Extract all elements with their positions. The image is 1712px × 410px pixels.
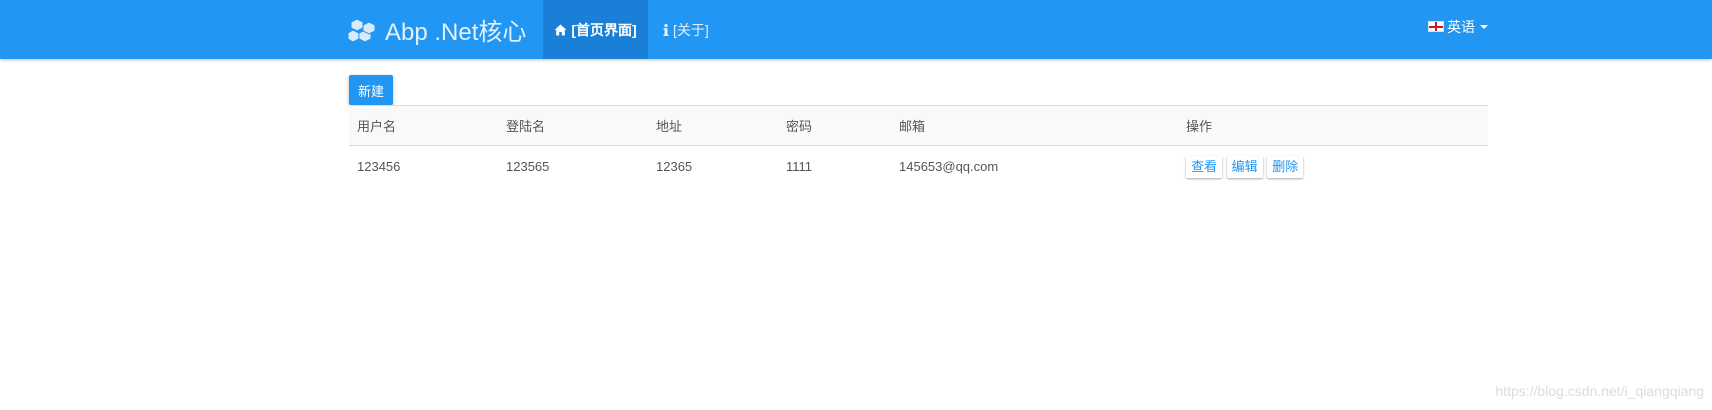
delete-button[interactable]: 删除 <box>1267 155 1304 178</box>
cell-address: 12365 <box>656 159 693 175</box>
watermark-text: https://blog.csdn.net/i_qiangqiang <box>1495 383 1704 399</box>
language-dropdown[interactable]: 英语 <box>1428 0 1488 53</box>
cell-login-name: 123565 <box>506 159 550 175</box>
edit-button[interactable]: 编辑 <box>1226 155 1263 178</box>
nav-item-home[interactable]: [首页界面] <box>543 0 648 59</box>
cell-actions: 查看 编辑 删除 <box>1178 146 1488 188</box>
info-icon <box>663 23 669 36</box>
users-table: 用户名 登陆名 地址 密码 邮箱 操作 123456 123565 12365 … <box>349 105 1488 188</box>
view-button[interactable]: 查看 <box>1186 155 1223 178</box>
language-label: 英语 <box>1447 18 1475 35</box>
nav-item-home-label: [首页界面] <box>571 21 637 38</box>
nav-item-about-label: [关于] <box>673 21 709 38</box>
column-header-actions: 操作 <box>1178 105 1488 146</box>
table-header-row: 用户名 登陆名 地址 密码 邮箱 操作 <box>349 105 1488 146</box>
column-header-address: 地址 <box>648 105 778 146</box>
cell-username: 123456 <box>357 159 401 175</box>
brand-link[interactable]: Abp .Net核心 <box>348 0 526 59</box>
brand-title: Abp .Net核心 <box>385 19 527 46</box>
england-flag-icon <box>1428 21 1444 32</box>
column-header-email: 邮箱 <box>891 105 1178 146</box>
cubes-icon <box>348 17 378 43</box>
cell-password: 1111 <box>786 159 813 175</box>
new-button[interactable]: 新建 <box>349 75 393 105</box>
column-header-username: 用户名 <box>349 105 498 146</box>
home-icon <box>554 24 567 36</box>
top-navbar: Abp .Net核心 [首页界面] [关于] 英语 <box>0 0 1712 59</box>
column-header-password: 密码 <box>778 105 891 146</box>
caret-down-icon <box>1480 24 1488 29</box>
column-header-login-name: 登陆名 <box>498 105 648 146</box>
table-row: 123456 123565 12365 1111 145653@qq.com 查… <box>349 146 1488 188</box>
nav-item-about[interactable]: [关于] <box>648 0 724 59</box>
cell-email: 145653@qq.com <box>899 159 999 175</box>
